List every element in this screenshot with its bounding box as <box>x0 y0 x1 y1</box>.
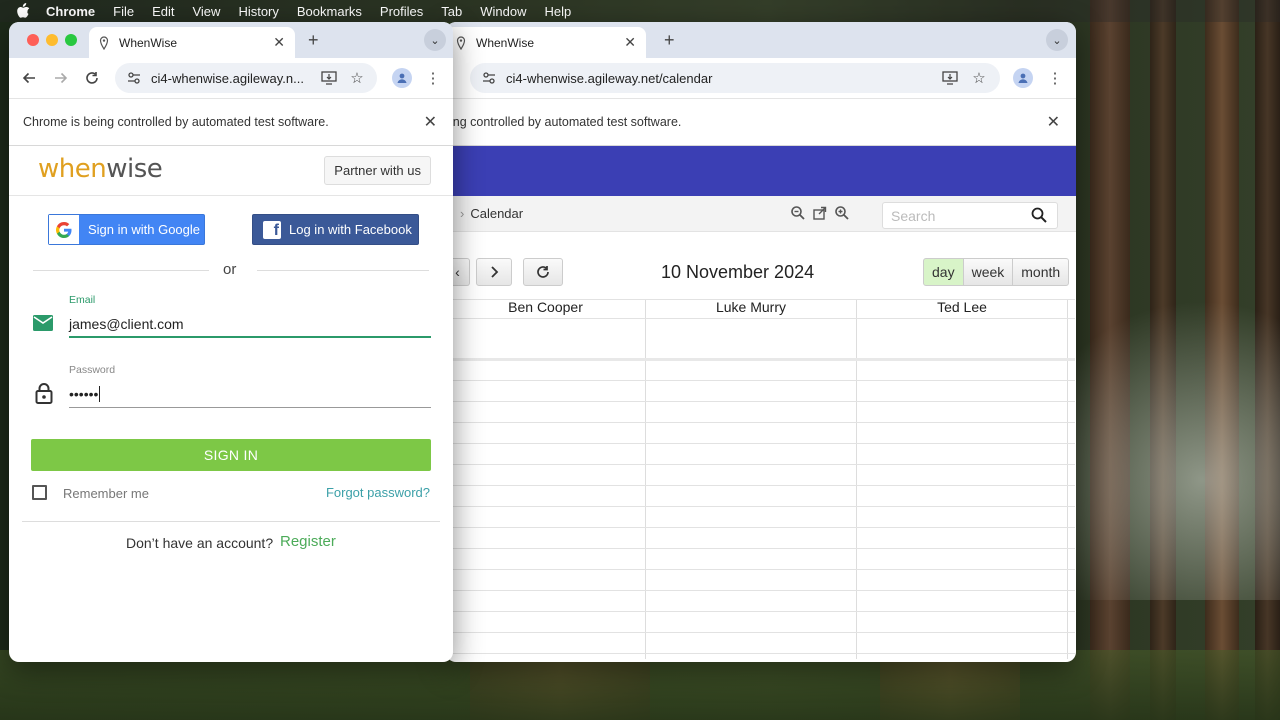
password-field[interactable]: •••••• <box>69 382 431 408</box>
menu-tab[interactable]: Tab <box>441 4 462 19</box>
tab-strip: WhenWise ✕ + ⌄ <box>446 22 1076 58</box>
refresh-button[interactable] <box>523 258 563 286</box>
menu-history[interactable]: History <box>238 4 278 19</box>
url-text[interactable]: ci4-whenwise.agileway.n... <box>151 71 304 86</box>
install-app-icon[interactable] <box>319 68 339 88</box>
menu-edit[interactable]: Edit <box>152 4 174 19</box>
tab-whenwise-calendar[interactable]: WhenWise ✕ <box>446 27 646 58</box>
bookmark-star-icon[interactable]: ☆ <box>969 68 989 88</box>
menu-chrome[interactable]: Chrome <box>46 4 95 19</box>
column-ben-cooper: Ben Cooper <box>508 299 583 315</box>
zoom-window-icon[interactable] <box>65 34 77 46</box>
pin-icon <box>99 35 111 50</box>
email-label: Email <box>69 294 96 306</box>
close-infobar-icon[interactable]: ✕ <box>424 112 437 132</box>
view-week-button[interactable]: week <box>962 258 1014 286</box>
close-tab-icon[interactable]: ✕ <box>624 34 636 51</box>
new-tab-icon[interactable]: + <box>308 30 319 51</box>
view-month-button[interactable]: month <box>1012 258 1070 286</box>
pin-icon <box>456 35 468 50</box>
password-label: Password <box>69 364 116 376</box>
back-arrow-icon[interactable] <box>19 68 39 88</box>
menu-bar: Chrome File Edit View History Bookmarks … <box>0 0 1280 22</box>
tab-strip: WhenWise ✕ + ⌄ <box>9 22 453 58</box>
site-header: whenwise Partner with us <box>9 146 453 196</box>
search-icon[interactable] <box>1031 207 1047 226</box>
automation-infobar: ing controlled by automated test softwar… <box>446 98 1076 146</box>
facebook-login-button[interactable]: f Log in with Facebook <box>252 214 419 245</box>
email-field[interactable]: james@client.com <box>69 312 431 338</box>
menu-bookmarks[interactable]: Bookmarks <box>297 4 362 19</box>
zoom-in-icon[interactable] <box>834 205 850 224</box>
calendar-grid: Ben Cooper Luke Murry Ted Lee <box>453 299 1075 659</box>
menu-profiles[interactable]: Profiles <box>380 4 423 19</box>
bookmark-star-icon[interactable]: ☆ <box>347 68 367 88</box>
infobar-text: ing controlled by automated test softwar… <box>450 115 682 129</box>
remember-me-checkbox[interactable] <box>32 485 47 500</box>
close-infobar-icon[interactable]: ✕ <box>1047 112 1060 132</box>
facebook-icon: f <box>263 220 281 239</box>
menu-window[interactable]: Window <box>480 4 526 19</box>
menu-view[interactable]: View <box>192 4 220 19</box>
profile-avatar-icon[interactable] <box>392 68 412 88</box>
browser-toolbar: ci4-whenwise.agileway.n... ☆ ⋮ <box>9 58 453 98</box>
browser-window-login: WhenWise ✕ + ⌄ ci4-whenwise.agileway.n..… <box>9 22 453 662</box>
menu-help[interactable]: Help <box>545 4 572 19</box>
sign-in-button[interactable]: SIGN IN <box>31 439 431 471</box>
tab-title: WhenWise <box>119 35 178 50</box>
browser-toolbar: ci4-whenwise.agileway.net/calendar ☆ ⋮ <box>446 58 1076 98</box>
next-button[interactable] <box>476 258 512 286</box>
minimize-window-icon[interactable] <box>46 34 58 46</box>
site-settings-icon[interactable] <box>127 71 141 85</box>
reload-icon[interactable] <box>82 68 102 88</box>
more-menu-icon[interactable]: ⋮ <box>423 68 443 88</box>
search-input[interactable]: Search <box>882 202 1058 229</box>
email-icon <box>32 314 54 332</box>
register-link[interactable]: Register <box>280 533 336 550</box>
install-app-icon[interactable] <box>940 68 960 88</box>
google-button-label: Sign in with Google <box>88 222 201 237</box>
partner-with-us-button[interactable]: Partner with us <box>324 156 431 185</box>
site-settings-icon[interactable] <box>482 71 496 85</box>
chevron-right-icon <box>491 266 499 278</box>
url-text[interactable]: ci4-whenwise.agileway.net/calendar <box>506 71 712 86</box>
view-day-button[interactable]: day <box>923 258 964 286</box>
more-menu-icon[interactable]: ⋮ <box>1045 68 1065 88</box>
automation-infobar: Chrome is being controlled by automated … <box>9 98 453 146</box>
calendar-date-title: 10 November 2024 <box>661 262 815 282</box>
calendar-toolbar: ‹ 10 November 2024 day week month <box>446 232 1076 300</box>
forward-arrow-icon[interactable] <box>51 68 71 88</box>
breadcrumb-calendar[interactable]: › Calendar <box>460 206 523 221</box>
no-account-text: Don’t have an account? <box>126 535 274 551</box>
remember-me-label[interactable]: Remember me <box>63 486 149 501</box>
facebook-button-label: Log in with Facebook <box>289 222 412 237</box>
view-switcher: day week month <box>923 258 1070 286</box>
app-header-bar <box>446 146 1076 196</box>
profile-avatar-icon[interactable] <box>1013 68 1033 88</box>
new-tab-icon[interactable]: + <box>664 30 675 51</box>
column-ted-lee: Ted Lee <box>856 299 1067 319</box>
lock-icon <box>35 382 53 404</box>
tab-whenwise-login[interactable]: WhenWise ✕ <box>89 27 295 58</box>
zoom-out-icon[interactable] <box>790 205 806 224</box>
chevron-down-icon[interactable]: ⌄ <box>424 29 446 51</box>
whenwise-logo[interactable]: whenwise <box>38 154 163 184</box>
address-bar[interactable]: ci4-whenwise.agileway.net/calendar <box>470 63 1000 93</box>
share-icon[interactable] <box>812 205 828 224</box>
or-separator: or <box>223 261 237 278</box>
refresh-icon <box>537 266 549 278</box>
forgot-password-link[interactable]: Forgot password? <box>326 485 430 500</box>
google-signin-button[interactable]: Sign in with Google <box>48 214 205 245</box>
close-tab-icon[interactable]: ✕ <box>273 34 285 51</box>
tab-title: WhenWise <box>476 35 535 50</box>
login-page: whenwise Partner with us Sign in with Go… <box>9 146 453 662</box>
google-icon <box>49 215 79 244</box>
breadcrumb: › Calendar Search <box>446 196 1076 232</box>
chevron-down-icon[interactable]: ⌄ <box>1046 29 1068 51</box>
column-luke-murry: Luke Murry <box>645 299 856 319</box>
menu-file[interactable]: File <box>113 4 134 19</box>
close-window-icon[interactable] <box>27 34 39 46</box>
apple-icon[interactable] <box>16 3 32 19</box>
infobar-text: Chrome is being controlled by automated … <box>23 115 329 129</box>
